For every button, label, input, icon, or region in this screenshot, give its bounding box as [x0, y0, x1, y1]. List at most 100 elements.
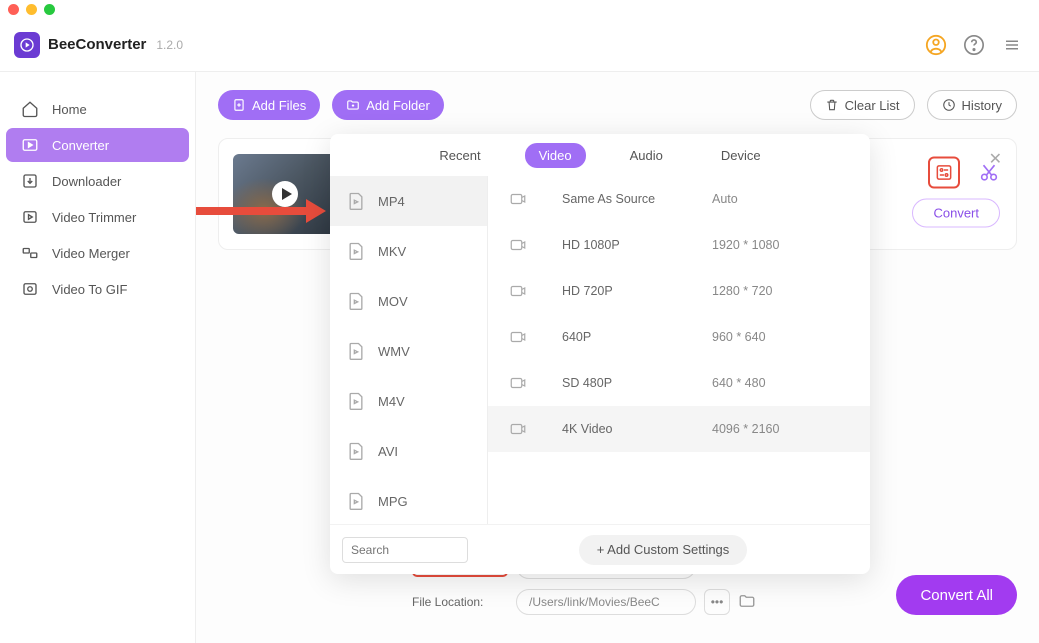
resolution-name: SD 480P [562, 376, 712, 390]
format-item-mpg[interactable]: MPG [330, 476, 487, 524]
topbar: BeeConverter 1.2.0 [0, 18, 1039, 72]
sidebar-item-gif[interactable]: Video To GIF [6, 272, 189, 306]
converter-icon [20, 135, 40, 155]
sidebar-item-label: Video To GIF [52, 282, 127, 297]
history-button[interactable]: History [927, 90, 1017, 120]
more-options-button[interactable]: ••• [704, 589, 730, 615]
sidebar-item-home[interactable]: Home [6, 92, 189, 126]
convert-all-button[interactable]: Convert All [896, 575, 1017, 615]
sidebar-item-trimmer[interactable]: Video Trimmer [6, 200, 189, 234]
sidebar-item-converter[interactable]: Converter [6, 128, 189, 162]
close-window-button[interactable] [8, 4, 19, 15]
resolution-name: Same As Source [562, 192, 712, 206]
add-folder-label: Add Folder [366, 98, 430, 113]
format-list[interactable]: MP4 MKV MOV WMV M4V AVI MPG [330, 176, 488, 524]
toolbar: Add Files Add Folder Clear List History [218, 90, 1017, 120]
resolution-item[interactable]: 640P960 * 640 [488, 314, 870, 360]
video-icon [508, 374, 528, 392]
history-icon [942, 98, 956, 112]
format-item-m4v[interactable]: M4V [330, 376, 487, 426]
sidebar-item-downloader[interactable]: Downloader [6, 164, 189, 198]
minimize-window-button[interactable] [26, 4, 37, 15]
window-titlebar [0, 0, 1039, 18]
format-item-mp4[interactable]: MP4 [330, 176, 487, 226]
format-label: WMV [378, 344, 410, 359]
file-icon [346, 441, 366, 461]
video-icon [508, 328, 528, 346]
resolution-item[interactable]: SD 480P640 * 480 [488, 360, 870, 406]
sidebar-item-label: Video Merger [52, 246, 130, 261]
file-icon [346, 341, 366, 361]
file-icon [346, 191, 366, 211]
format-item-wmv[interactable]: WMV [330, 326, 487, 376]
add-files-icon [232, 98, 246, 112]
resolution-dim: 640 * 480 [712, 376, 766, 390]
file-icon [346, 391, 366, 411]
convert-button[interactable]: Convert [912, 198, 1000, 227]
add-files-button[interactable]: Add Files [218, 90, 320, 120]
sidebar-item-label: Home [52, 102, 87, 117]
add-files-label: Add Files [252, 98, 306, 113]
resolution-item[interactable]: 4K Video4096 * 2160 [488, 406, 870, 452]
tab-video[interactable]: Video [525, 143, 586, 168]
sidebar-item-merger[interactable]: Video Merger [6, 236, 189, 270]
gif-icon [20, 279, 40, 299]
format-label: MOV [378, 294, 408, 309]
resolution-item[interactable]: Same As SourceAuto [488, 176, 870, 222]
file-location-label: File Location: [412, 595, 508, 609]
sidebar-item-label: Downloader [52, 174, 121, 189]
video-icon [508, 236, 528, 254]
video-icon [508, 282, 528, 300]
maximize-window-button[interactable] [44, 4, 55, 15]
tab-device[interactable]: Device [707, 143, 775, 168]
popup-footer: + Add Custom Settings [330, 524, 870, 574]
open-folder-icon[interactable] [738, 592, 756, 613]
format-label: M4V [378, 394, 405, 409]
resolution-item[interactable]: HD 1080P1920 * 1080 [488, 222, 870, 268]
resolution-name: 4K Video [562, 422, 712, 436]
resolution-dim: 960 * 640 [712, 330, 766, 344]
sidebar: Home Converter Downloader Video Trimmer … [0, 72, 196, 643]
resolution-dim: 1920 * 1080 [712, 238, 779, 252]
format-label: AVI [378, 444, 398, 459]
file-icon [346, 241, 366, 261]
video-icon [508, 190, 528, 208]
resolution-item[interactable]: HD 720P1280 * 720 [488, 268, 870, 314]
add-folder-icon [346, 98, 360, 112]
tab-audio[interactable]: Audio [616, 143, 677, 168]
downloader-icon [20, 171, 40, 191]
format-item-mov[interactable]: MOV [330, 276, 487, 326]
annotation-arrow [196, 196, 326, 229]
resolution-name: 640P [562, 330, 712, 344]
add-custom-settings-button[interactable]: + Add Custom Settings [579, 535, 748, 565]
format-label: MP4 [378, 194, 405, 209]
cut-button[interactable] [978, 161, 1000, 183]
file-location-field[interactable]: /Users/link/Movies/BeeC [516, 589, 696, 615]
merger-icon [20, 243, 40, 263]
add-folder-button[interactable]: Add Folder [332, 90, 444, 120]
format-search-input[interactable] [342, 537, 468, 563]
sidebar-item-label: Converter [52, 138, 109, 153]
tab-recent[interactable]: Recent [425, 143, 494, 168]
popup-tabs: Recent Video Audio Device [330, 134, 870, 176]
resolution-list[interactable]: Same As SourceAuto HD 1080P1920 * 1080 H… [488, 176, 870, 524]
resolution-dim: Auto [712, 192, 738, 206]
format-item-mkv[interactable]: MKV [330, 226, 487, 276]
sidebar-item-label: Video Trimmer [52, 210, 136, 225]
help-icon[interactable] [961, 32, 987, 58]
resolution-name: HD 1080P [562, 238, 712, 252]
app-logo-icon [14, 32, 40, 58]
hamburger-menu-icon[interactable] [999, 32, 1025, 58]
app-name: BeeConverter [48, 36, 146, 53]
account-icon[interactable] [923, 32, 949, 58]
format-label: MKV [378, 244, 406, 259]
clear-list-label: Clear List [845, 98, 900, 113]
file-icon [346, 491, 366, 511]
resolution-dim: 1280 * 720 [712, 284, 772, 298]
format-item-avi[interactable]: AVI [330, 426, 487, 476]
file-location-value: /Users/link/Movies/BeeC [529, 595, 660, 609]
edit-settings-button[interactable] [928, 156, 960, 188]
resolution-name: HD 720P [562, 284, 712, 298]
clear-list-button[interactable]: Clear List [810, 90, 915, 120]
format-popup: Recent Video Audio Device MP4 MKV MOV WM… [330, 134, 870, 574]
